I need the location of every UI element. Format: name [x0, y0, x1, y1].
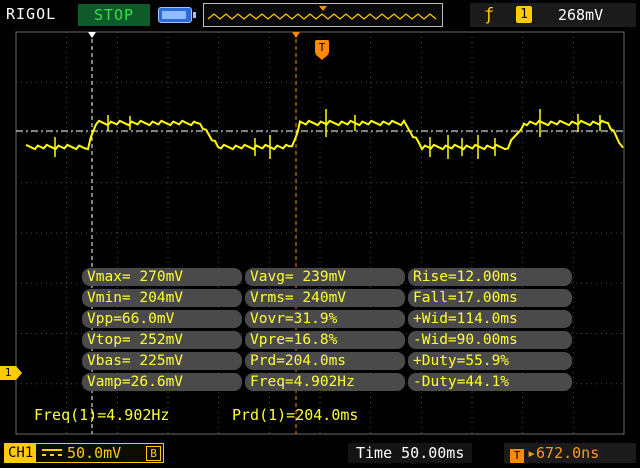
dc-coupling-icon: [42, 449, 62, 456]
trigger-position-arrow-icon: ▸: [527, 444, 537, 462]
measurement-row: Vamp=26.6mV Freq=4.902Hz -Duty=44.1%: [82, 373, 572, 391]
measurement-pos-duty: +Duty=55.9%: [408, 352, 572, 370]
trigger-marker[interactable]: T: [315, 40, 329, 60]
measurement-neg-duty: -Duty=44.1%: [408, 373, 572, 391]
measurement-row: Vmax= 270mV Vavg= 239mV Rise=12.00ms: [82, 268, 572, 286]
measurement-frequency: Freq=4.902Hz: [245, 373, 405, 391]
measurement-vovr: Vovr=31.9%: [245, 310, 405, 328]
measurement-vpp: Vpp=66.0mV: [82, 310, 242, 328]
measurement-pos-width: +Wid=114.0ms: [408, 310, 572, 328]
battery-icon: [158, 7, 196, 23]
measurement-row: Vtop= 252mV Vpre=16.8% -Wid=90.00ms: [82, 331, 572, 349]
memory-depth-window: [203, 3, 443, 27]
cursor-a-marker-icon: [88, 32, 96, 38]
brand-logo: RIGOL: [6, 5, 57, 23]
measurement-vmax: Vmax= 270mV: [82, 268, 242, 286]
measurement-period: Prd=204.0ms: [245, 352, 405, 370]
measurement-vpre: Vpre=16.8%: [245, 331, 405, 349]
trigger-marker-label: T: [319, 41, 326, 54]
timebase-readout[interactable]: Time 50.00ms: [348, 443, 473, 463]
measurement-row: Vbas= 225mV Prd=204.0ms +Duty=55.9%: [82, 352, 572, 370]
cursor-b-marker-icon: [292, 32, 300, 38]
trigger-source-badge: 1: [516, 6, 532, 23]
measurement-neg-width: -Wid=90.00ms: [408, 331, 572, 349]
channel1-settings[interactable]: CH1 50.0mV B: [4, 443, 164, 463]
trigger-position-icon: T: [510, 449, 524, 463]
channel1-ground-marker[interactable]: 1: [0, 366, 22, 380]
trigger-position-value: 672.0ns: [536, 444, 600, 462]
measurement-row: Vpp=66.0mV Vovr=31.9% +Wid=114.0ms: [82, 310, 572, 328]
rising-edge-icon: ƒ: [484, 5, 495, 25]
cursor-period-readout: Prd(1)=204.0ms: [232, 406, 359, 424]
status-bar: RIGOL STOP ƒ 1 268mV: [0, 0, 640, 30]
measurement-vrms: Vrms= 240mV: [245, 289, 405, 307]
measurement-vmin: Vmin= 204mV: [82, 289, 242, 307]
run-stop-indicator[interactable]: STOP: [78, 4, 150, 26]
cursor-freq-readout: Freq(1)=4.902Hz: [34, 406, 170, 424]
vertical-scale-value: 50.0mV: [67, 444, 122, 462]
channel1-trace: [25, 119, 624, 151]
trigger-level-value: 268mV: [558, 6, 604, 24]
measurement-row: Vmin= 204mV Vrms= 240mV Fall=17.00ms: [82, 289, 572, 307]
measurement-vamp: Vamp=26.6mV: [82, 373, 242, 391]
channel-status-bar: CH1 50.0mV B Time 50.00ms T ▸672.0ns: [0, 438, 640, 468]
measurement-vbas: Vbas= 225mV: [82, 352, 242, 370]
measurement-vtop: Vtop= 252mV: [82, 331, 242, 349]
memory-waveform-overview: [207, 6, 437, 20]
measurement-vavg: Vavg= 239mV: [245, 268, 405, 286]
measurement-rise: Rise=12.00ms: [408, 268, 572, 286]
measurement-fall: Fall=17.00ms: [408, 289, 572, 307]
bandwidth-limit-icon: B: [146, 446, 161, 461]
trigger-settings[interactable]: ƒ 1 268mV: [470, 3, 636, 27]
trigger-position-readout[interactable]: T ▸672.0ns: [504, 443, 636, 463]
memory-trigger-pointer-icon: [319, 6, 327, 11]
channel1-label: CH1: [5, 444, 37, 462]
